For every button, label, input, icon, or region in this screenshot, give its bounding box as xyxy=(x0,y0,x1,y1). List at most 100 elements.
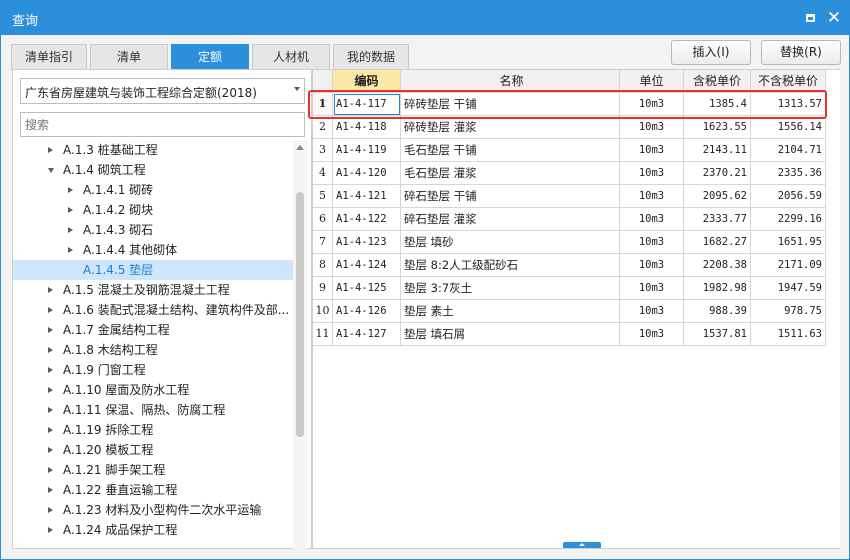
table-row[interactable]: 1 A1-4-117 碎砖垫层 干铺 10m3 1385.4 1313.57 xyxy=(313,93,829,116)
tree-item[interactable]: A.1.4.1 砌砖 xyxy=(13,180,293,200)
tree-item[interactable]: A.1.4.3 砌石 xyxy=(13,220,293,240)
code-cell[interactable]: A1-4-121 xyxy=(333,185,401,208)
name-cell[interactable]: 碎石垫层 干铺 xyxy=(401,185,620,208)
tree-item[interactable]: A.1.4 砌筑工程 xyxy=(13,160,293,180)
code-cell[interactable]: A1-4-122 xyxy=(333,208,401,231)
price-notax-cell[interactable]: 2104.71 xyxy=(751,139,826,162)
tree-item[interactable]: A.1.21 脚手架工程 xyxy=(13,460,293,480)
tab-my-data[interactable]: 我的数据 xyxy=(333,44,409,70)
close-icon[interactable]: ✕ xyxy=(825,9,843,27)
row-number-header[interactable] xyxy=(313,70,333,93)
price-notax-cell[interactable]: 2056.59 xyxy=(751,185,826,208)
code-cell[interactable]: A1-4-123 xyxy=(333,231,401,254)
code-column-header[interactable]: 编码 xyxy=(333,70,401,93)
price-tax-cell[interactable]: 2095.62 xyxy=(684,185,751,208)
price-notax-column-header[interactable]: 不含税单价 xyxy=(751,70,826,93)
unit-cell[interactable]: 10m3 xyxy=(620,116,684,139)
expand-right-icon[interactable] xyxy=(48,427,53,433)
price-tax-cell[interactable]: 2143.11 xyxy=(684,139,751,162)
tree-item[interactable]: A.1.4.4 其他砌体 xyxy=(13,240,293,260)
expand-right-icon[interactable] xyxy=(48,147,53,153)
price-notax-cell[interactable]: 2299.16 xyxy=(751,208,826,231)
tab-quota[interactable]: 定额 xyxy=(171,44,249,70)
price-notax-cell[interactable]: 2335.36 xyxy=(751,162,826,185)
table-row[interactable]: 11 A1-4-127 垫层 填石屑 10m3 1537.81 1511.63 xyxy=(313,323,829,346)
price-notax-cell[interactable]: 1556.14 xyxy=(751,116,826,139)
tab-labor-material-machine[interactable]: 人材机 xyxy=(252,44,330,70)
code-cell[interactable]: A1-4-127 xyxy=(333,323,401,346)
insert-button[interactable]: 插入(I) xyxy=(671,40,751,65)
price-tax-cell[interactable]: 2370.21 xyxy=(684,162,751,185)
maximize-icon[interactable] xyxy=(801,9,819,27)
table-row[interactable]: 6 A1-4-122 碎石垫层 灌浆 10m3 2333.77 2299.16 xyxy=(313,208,829,231)
code-cell[interactable]: A1-4-117 xyxy=(333,93,401,116)
name-cell[interactable]: 垫层 8:2人工级配砂石 xyxy=(401,254,620,277)
tree-item[interactable]: A.1.22 垂直运输工程 xyxy=(13,480,293,500)
price-notax-cell[interactable]: 1947.59 xyxy=(751,277,826,300)
tree-item[interactable]: A.1.24 成品保护工程 xyxy=(13,520,293,540)
name-cell[interactable]: 垫层 素土 xyxy=(401,300,620,323)
expand-down-icon[interactable] xyxy=(48,168,54,173)
price-notax-cell[interactable]: 1313.57 xyxy=(751,93,826,116)
expand-right-icon[interactable] xyxy=(48,527,53,533)
name-cell[interactable]: 碎石垫层 灌浆 xyxy=(401,208,620,231)
unit-cell[interactable]: 10m3 xyxy=(620,93,684,116)
name-cell[interactable]: 碎砖垫层 干铺 xyxy=(401,93,620,116)
grid-vertical-scrollbar[interactable] xyxy=(829,70,840,548)
price-tax-cell[interactable]: 1623.55 xyxy=(684,116,751,139)
tree-item[interactable]: A.1.20 模板工程 xyxy=(13,440,293,460)
expand-right-icon[interactable] xyxy=(68,187,73,193)
collapse-toggle[interactable] xyxy=(563,542,601,548)
unit-column-header[interactable]: 单位 xyxy=(620,70,684,93)
tree-item[interactable]: A.1.19 拆除工程 xyxy=(13,420,293,440)
name-cell[interactable]: 垫层 填石屑 xyxy=(401,323,620,346)
unit-cell[interactable]: 10m3 xyxy=(620,300,684,323)
code-cell[interactable]: A1-4-126 xyxy=(333,300,401,323)
price-tax-column-header[interactable]: 含税单价 xyxy=(684,70,751,93)
table-row[interactable]: 5 A1-4-121 碎石垫层 干铺 10m3 2095.62 2056.59 xyxy=(313,185,829,208)
table-row[interactable]: 4 A1-4-120 毛石垫层 灌浆 10m3 2370.21 2335.36 xyxy=(313,162,829,185)
price-notax-cell[interactable]: 1651.95 xyxy=(751,231,826,254)
scroll-thumb[interactable] xyxy=(296,192,304,437)
price-tax-cell[interactable]: 2208.38 xyxy=(684,254,751,277)
name-cell[interactable]: 垫层 3:7灰土 xyxy=(401,277,620,300)
unit-cell[interactable]: 10m3 xyxy=(620,185,684,208)
name-cell[interactable]: 碎砖垫层 灌浆 xyxy=(401,116,620,139)
search-input[interactable] xyxy=(20,112,305,137)
unit-cell[interactable]: 10m3 xyxy=(620,231,684,254)
tree-item[interactable]: A.1.9 门窗工程 xyxy=(13,360,293,380)
expand-right-icon[interactable] xyxy=(48,387,53,393)
expand-right-icon[interactable] xyxy=(48,367,53,373)
expand-right-icon[interactable] xyxy=(48,347,53,353)
expand-right-icon[interactable] xyxy=(68,227,73,233)
replace-button[interactable]: 替换(R) xyxy=(761,40,841,65)
code-cell[interactable]: A1-4-118 xyxy=(333,116,401,139)
expand-right-icon[interactable] xyxy=(68,207,73,213)
tree-item[interactable]: A.1.4.2 砌块 xyxy=(13,200,293,220)
expand-right-icon[interactable] xyxy=(48,447,53,453)
table-row[interactable]: 2 A1-4-118 碎砖垫层 灌浆 10m3 1623.55 1556.14 xyxy=(313,116,829,139)
price-tax-cell[interactable]: 1682.27 xyxy=(684,231,751,254)
name-cell[interactable]: 毛石垫层 灌浆 xyxy=(401,162,620,185)
unit-cell[interactable]: 10m3 xyxy=(620,162,684,185)
scroll-up-icon[interactable] xyxy=(296,145,304,150)
expand-right-icon[interactable] xyxy=(48,467,53,473)
library-select[interactable]: 广东省房屋建筑与装饰工程综合定额(2018) xyxy=(20,78,305,104)
unit-cell[interactable]: 10m3 xyxy=(620,139,684,162)
price-notax-cell[interactable]: 1511.63 xyxy=(751,323,826,346)
tree-item[interactable]: A.1.8 木结构工程 xyxy=(13,340,293,360)
table-row[interactable]: 8 A1-4-124 垫层 8:2人工级配砂石 10m3 2208.38 2171.09 xyxy=(313,254,829,277)
tree-item[interactable]: A.1.5 混凝土及钢筋混凝土工程 xyxy=(13,280,293,300)
tree-item[interactable]: A.1.6 装配式混凝土结构、建筑构件及部... xyxy=(13,300,293,320)
price-notax-cell[interactable]: 978.75 xyxy=(751,300,826,323)
expand-right-icon[interactable] xyxy=(48,327,53,333)
tree-item[interactable]: A.1.10 屋面及防水工程 xyxy=(13,380,293,400)
unit-cell[interactable]: 10m3 xyxy=(620,323,684,346)
tree-item[interactable]: A.1.7 金属结构工程 xyxy=(13,320,293,340)
expand-right-icon[interactable] xyxy=(48,307,53,313)
expand-right-icon[interactable] xyxy=(48,507,53,513)
code-cell[interactable]: A1-4-125 xyxy=(333,277,401,300)
expand-right-icon[interactable] xyxy=(48,487,53,493)
tab-list[interactable]: 清单 xyxy=(90,44,168,70)
tree-item[interactable]: A.1.4.5 垫层 xyxy=(13,260,293,280)
